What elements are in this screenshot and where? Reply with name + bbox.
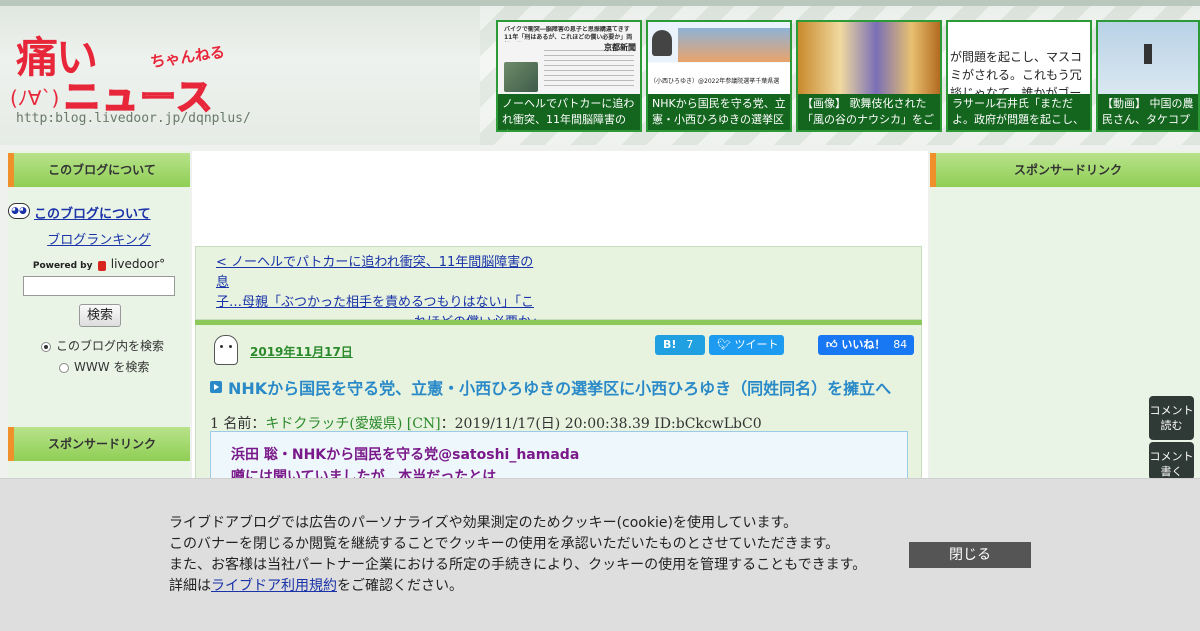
thumbs-up-icon: 👍︎ <box>826 338 838 351</box>
header-featured-articles: バイクで衝突―脳障害の息子と思振購違てきす11年「刑はあるが、これほどの償い必要… <box>496 20 1200 134</box>
tweet-label: ツイート <box>734 338 779 351</box>
thumb2-banner <box>678 28 790 62</box>
article-title[interactable]: NHKから国民を守る党、立憲・小西ひろゆきの選挙区に小西ひろゆき（同姓同名）を擁… <box>210 375 910 399</box>
cookie-details-prefix: 詳細は <box>169 578 211 594</box>
terms-of-use-link[interactable]: ライブドア利用規約 <box>211 578 337 594</box>
left-sponsor-heading: スポンサードリンク <box>8 427 190 461</box>
featured-article-2[interactable]: （小西ひろゆき）@2022年参議院選挙千葉県選 NHKから国民を守る党、立憲・小… <box>646 20 792 132</box>
cookie-text-line-4: 詳細はライブドア利用規約をご確認ください。 <box>169 576 866 597</box>
article-date-link[interactable]: 2019年11月17日 <box>250 343 353 360</box>
facebook-like-button[interactable]: 👍︎ いいね！ 84 <box>818 335 914 355</box>
featured-article-4[interactable]: が問題を起こし、マスコミがされる。これもう冗談じゃなて、誰かがゴーサイン出し ラ… <box>946 20 1092 132</box>
featured-article-3-caption: 【画像】 歌舞伎化された「風の谷のナウシカ」をご <box>798 94 940 130</box>
cookie-close-button[interactable]: 閉じる <box>909 542 1031 568</box>
thumb1-photo <box>504 62 538 92</box>
site-header: 痛い ちゃんねる (ﾉ∀`) ニュース http:blog.livedoor.j… <box>0 0 1200 145</box>
search-button[interactable]: 検索 <box>79 304 121 327</box>
write-comment-button[interactable]: コメント 書く <box>1149 442 1194 480</box>
response-number: 1 名前： <box>210 416 266 432</box>
thumb2-avatar <box>652 30 672 56</box>
thumb1-source: 京都新聞 <box>604 43 636 52</box>
featured-article-1-caption: ノーヘルでパトカーに追われ衝突、11年間脳障害の息 <box>498 94 640 130</box>
livedoor-label: livedoor° <box>110 257 166 271</box>
response-header: 1 名前：キドクラッチ(愛媛県) [CN]：2019/11/17(日) 20:0… <box>210 413 762 433</box>
thumb2-label: （小西ひろゆき）@2022年参議院選挙千葉県選 <box>650 78 780 85</box>
search-scope-blog-label: このブログ内を検索 <box>56 339 165 353</box>
search-scope-blog-radio[interactable]: このブログ内を検索 <box>41 337 164 354</box>
livedoor-logo-icon <box>97 260 106 271</box>
play-arrow-icon <box>210 381 222 393</box>
cookie-banner: ライブドアブログでは広告のパーソナライズや効果測定のためクッキー(cookie)… <box>0 478 1200 631</box>
featured-article-1[interactable]: バイクで衝突―脳障害の息子と思振購違てきす11年「刑はあるが、これほどの償い必要… <box>496 20 642 132</box>
hatena-count: 7 <box>686 338 694 351</box>
cookie-banner-text: ライブドアブログでは広告のパーソナライズや効果測定のためクッキー(cookie)… <box>169 513 866 597</box>
thumb4-text: が問題を起こし、マスコミがされる。これもう冗談じゃなて、誰かがゴーサイン出し <box>950 50 1083 96</box>
featured-article-1-image: バイクで衝突―脳障害の息子と思振購違てきす11年「刑はあるが、これほどの償い必要… <box>498 22 640 96</box>
featured-article-4-caption: ラサール石井氏「まただよ。政府が問題を起こし、 <box>948 94 1090 130</box>
featured-article-3-image <box>798 22 940 96</box>
featured-article-2-caption: NHKから国民を守る党、立憲・小西ひろゆきの選挙区 <box>648 94 790 130</box>
read-comments-button[interactable]: コメント 読む <box>1149 396 1194 440</box>
article-title-text: NHKから国民を守る党、立憲・小西ひろゆきの選挙区に小西ひろゆき（同姓同名）を擁… <box>228 379 892 398</box>
radio-checked-icon <box>41 341 51 352</box>
blog-ranking-link[interactable]: ブログランキング <box>8 229 190 248</box>
featured-article-3[interactable]: 【画像】 歌舞伎化された「風の谷のナウシカ」をご <box>796 20 942 132</box>
about-blog-link-label: このブログについて <box>34 207 151 222</box>
ad-space <box>192 151 928 245</box>
search-scope-www-label: WWW を検索 <box>74 360 150 374</box>
facebook-like-count: 84 <box>893 338 908 351</box>
logo-url-text: http:blog.livedoor.jp/dqnplus/ <box>16 111 251 126</box>
about-heading: このブログについて <box>8 153 190 187</box>
facebook-like-label: いいね！ <box>841 338 886 351</box>
featured-article-5[interactable]: 【動画】 中国の農民さん、タケコプター <box>1096 20 1200 132</box>
cookie-text-line-3: また、お客様は当社パートナー企業における所定の手続きにより、クッキーの使用を管理… <box>169 557 867 573</box>
search-input[interactable] <box>23 276 175 296</box>
logo-face-text: (ﾉ∀`) <box>10 86 60 110</box>
site-logo[interactable]: 痛い ちゃんねる (ﾉ∀`) ニュース http:blog.livedoor.j… <box>10 20 251 130</box>
thumb5-figure <box>1144 44 1152 64</box>
response-meta: ：2019/11/17(日) 20:00:38.39 ID:bCkcwLbC0 <box>440 416 762 432</box>
right-sponsor-heading: スポンサードリンク <box>930 153 1200 187</box>
about-blog-link[interactable]: ◕◕ このブログについて <box>8 203 151 222</box>
radio-unchecked-icon <box>59 362 69 373</box>
thumb1-headline: バイクで衝突―脳障害の息子と思振購違てきす11年「刑はあるが、これほどの償い必要… <box>504 26 633 41</box>
featured-article-5-image <box>1098 22 1198 96</box>
featured-article-2-image: （小西ひろゆき）@2022年参議院選挙千葉県選 <box>648 22 790 96</box>
powered-by-label: Powered by <box>32 261 93 271</box>
cookie-text-line-2: このバナーを閉じるか閲覧を継続することでクッキーの使用を承認いただいたものとさせ… <box>169 536 840 552</box>
cookie-details-suffix: をご確認ください。 <box>337 578 463 594</box>
search-scope-www-radio[interactable]: WWW を検索 <box>59 358 149 375</box>
powered-by-livedoor[interactable]: Powered by livedoor° <box>8 257 190 271</box>
quote-line-1: 浜田 聡・NHKから国民を守る党@satoshi_hamada <box>231 447 580 463</box>
thumb1-body-lines <box>544 50 634 90</box>
face-icon: ◕◕ <box>8 203 30 219</box>
previous-article-nav: < ノーヘルでパトカーに追われ衝突、11年間脳障害の息 子…母親「ぶつかった相手… <box>195 246 922 330</box>
twitter-bird-icon: 🐦︎ <box>717 338 731 351</box>
tweet-button[interactable]: 🐦︎ ツイート <box>709 335 784 355</box>
ghost-character-icon <box>214 335 238 365</box>
hatena-bookmark-button[interactable]: B! 7 <box>655 335 705 355</box>
response-name: キドクラッチ(愛媛県) [CN] <box>265 416 441 432</box>
hatena-icon: B! <box>663 338 677 351</box>
previous-article-link-line2: 子…母親「ぶつかった相手を責めるつもりはない」「こ <box>216 295 534 310</box>
featured-article-4-image: が問題を起こし、マスコミがされる。これもう冗談じゃなて、誰かがゴーサイン出し <box>948 22 1090 96</box>
featured-article-5-caption: 【動画】 中国の農民さん、タケコプター <box>1098 94 1198 130</box>
previous-article-link-line1: < ノーヘルでパトカーに追われ衝突、11年間脳障害の息 <box>216 255 534 290</box>
cookie-text-line-1: ライブドアブログでは広告のパーソナライズや効果測定のためクッキー(cookie)… <box>169 515 798 531</box>
